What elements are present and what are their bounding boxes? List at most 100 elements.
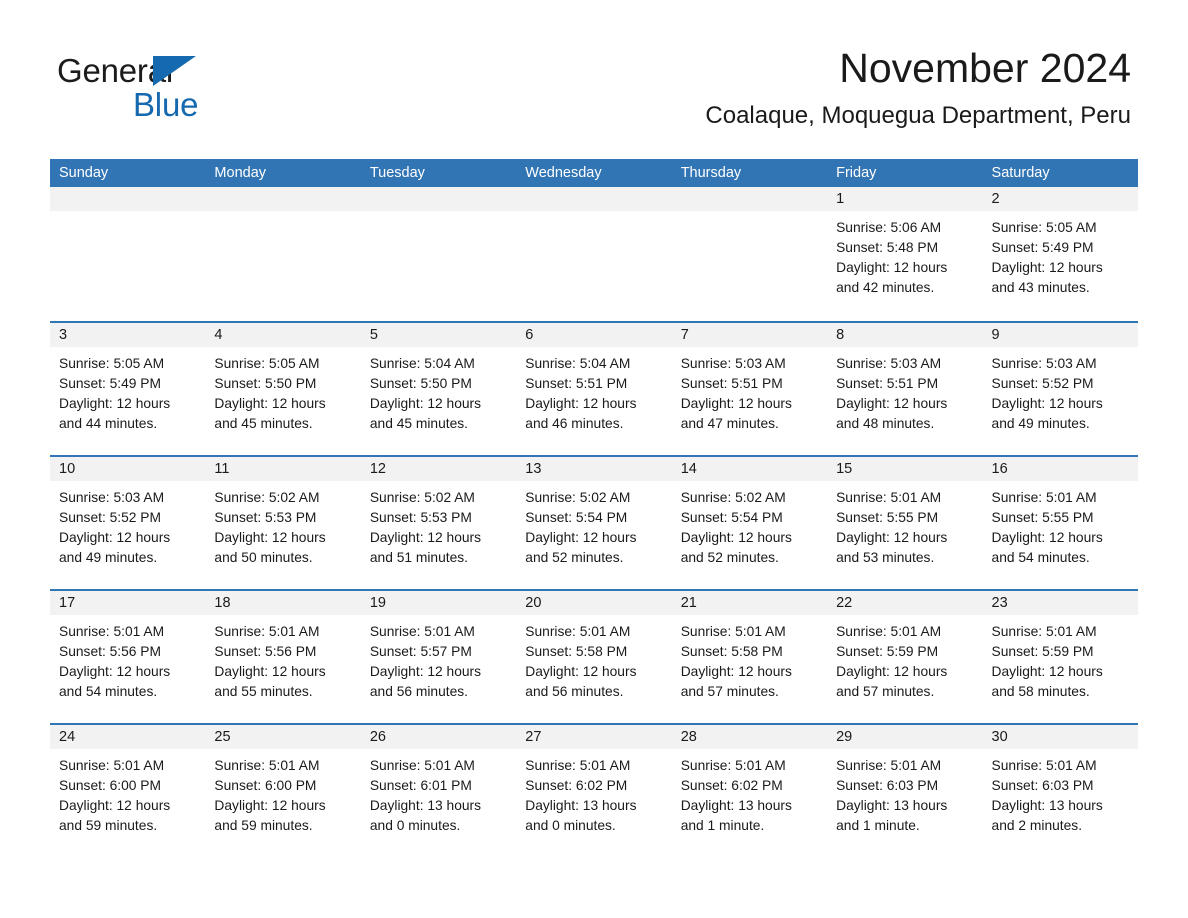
day-details: Sunrise: 5:04 AM Sunset: 5:50 PM Daylight:… <box>361 347 516 434</box>
daylight-text-line1: Daylight: 12 hours <box>525 530 637 545</box>
sunrise-text: Sunrise: 5:03 AM <box>836 356 942 371</box>
calendar-day-cell[interactable]: 6 Sunrise: 5:04 AM Sunset: 5:51 PM Daylight… <box>516 323 672 455</box>
day-number-band: 23 <box>982 591 1138 615</box>
calendar-day-cell[interactable]: 1 Sunrise: 5:06 AM Sunset: 5:48 PM Daylight… <box>827 187 983 321</box>
daylight-text-line1: Daylight: 12 hours <box>59 664 171 679</box>
calendar-day-cell[interactable]: 21 Sunrise: 5:01 AM Sunset: 5:58 PM Dayligh… <box>671 591 828 723</box>
calendar-day-cell[interactable]: 14 Sunrise: 5:02 AM Sunset: 5:54 PM Dayligh… <box>671 457 828 589</box>
weekday-header-tuesday: Tuesday <box>369 165 425 181</box>
sunset-text: Sunset: 6:02 PM <box>680 778 783 793</box>
day-number: 29 <box>836 729 853 745</box>
day-details: Sunrise: 5:02 AM Sunset: 5:53 PM Daylight:… <box>205 481 360 568</box>
daylight-text-line1: Daylight: 12 hours <box>214 530 326 545</box>
sunrise-text: Sunrise: 5:01 AM <box>369 624 475 639</box>
calendar-day-cell[interactable]: 15 Sunrise: 5:01 AM Sunset: 5:55 PM Dayligh… <box>827 457 983 589</box>
calendar-day-cell[interactable]: 30 Sunrise: 5:01 AM Sunset: 6:03 PM Dayligh… <box>982 725 1138 841</box>
sunset-text: Sunset: 5:51 PM <box>525 376 628 391</box>
calendar-day-cell[interactable]: 12 Sunrise: 5:02 AM Sunset: 5:53 PM Dayligh… <box>360 457 517 589</box>
day-number-band: 7 <box>671 323 828 347</box>
day-number-band: 3 <box>50 323 206 347</box>
sunrise-text: Sunrise: 5:01 AM <box>991 624 1097 639</box>
day-number-band: 2 <box>982 187 1138 211</box>
daylight-text-line2: and 1 minute. <box>680 818 765 833</box>
calendar-day-cell[interactable]: 28 Sunrise: 5:01 AM Sunset: 6:02 PM Dayligh… <box>671 725 828 841</box>
sunset-text: Sunset: 5:53 PM <box>369 510 472 525</box>
calendar-day-cell[interactable]: 8 Sunrise: 5:03 AM Sunset: 5:51 PM Daylight… <box>827 323 983 455</box>
daylight-text-line2: and 54 minutes. <box>59 684 158 699</box>
day-number: 17 <box>59 595 76 611</box>
day-number-band: 17 <box>50 591 206 615</box>
daylight-text-line1: Daylight: 12 hours <box>59 530 171 545</box>
calendar-day-cell[interactable]: 27 Sunrise: 5:01 AM Sunset: 6:02 PM Dayligh… <box>516 725 672 841</box>
calendar-day-cell[interactable]: 4 Sunrise: 5:05 AM Sunset: 5:50 PM Daylight… <box>205 323 361 455</box>
calendar-day-cell[interactable]: 9 Sunrise: 5:03 AM Sunset: 5:52 PM Daylight… <box>982 323 1138 455</box>
sunset-text: Sunset: 5:52 PM <box>59 510 162 525</box>
day-details: Sunrise: 5:06 AM Sunset: 5:48 PM Daylight:… <box>827 211 982 298</box>
sunrise-text: Sunrise: 5:02 AM <box>525 490 631 505</box>
sunset-text: Sunset: 5:54 PM <box>525 510 628 525</box>
day-details: Sunrise: 5:01 AM Sunset: 6:02 PM Daylight:… <box>672 749 827 836</box>
calendar-day-cell[interactable]: 17 Sunrise: 5:01 AM Sunset: 5:56 PM Dayligh… <box>50 591 206 723</box>
sunset-text: Sunset: 5:51 PM <box>836 376 939 391</box>
day-number-band: 30 <box>982 725 1138 749</box>
page-header: General Blue November 2024 Coalaque, Moq… <box>0 0 1188 150</box>
sunrise-text: Sunrise: 5:01 AM <box>991 490 1097 505</box>
daylight-text-line1: Daylight: 13 hours <box>369 798 482 813</box>
sunset-text: Sunset: 5:49 PM <box>59 376 162 391</box>
calendar-day-cell[interactable]: 5 Sunrise: 5:04 AM Sunset: 5:50 PM Daylight… <box>360 323 517 455</box>
day-number-band: 25 <box>205 725 361 749</box>
daylight-text-line2: and 52 minutes. <box>680 550 779 565</box>
calendar-day-cell[interactable]: 26 Sunrise: 5:01 AM Sunset: 6:01 PM Dayligh… <box>360 725 517 841</box>
day-details: Sunrise: 5:01 AM Sunset: 5:58 PM Daylight:… <box>672 615 827 702</box>
calendar-day-cell[interactable]: 20 Sunrise: 5:01 AM Sunset: 5:58 PM Dayligh… <box>516 591 672 723</box>
calendar-day-cell[interactable]: 13 Sunrise: 5:02 AM Sunset: 5:54 PM Dayligh… <box>516 457 672 589</box>
day-details: Sunrise: 5:03 AM Sunset: 5:51 PM Daylight:… <box>672 347 827 434</box>
calendar-day-cell[interactable]: 23 Sunrise: 5:01 AM Sunset: 5:59 PM Dayligh… <box>982 591 1138 723</box>
sunrise-text: Sunrise: 5:04 AM <box>369 356 475 371</box>
daylight-text-line1: Daylight: 12 hours <box>991 396 1103 411</box>
calendar-day-cell[interactable]: 19 Sunrise: 5:01 AM Sunset: 5:57 PM Dayligh… <box>360 591 517 723</box>
daylight-text-line2: and 53 minutes. <box>836 550 935 565</box>
daylight-text-line1: Daylight: 12 hours <box>525 664 637 679</box>
calendar-day-cell[interactable]: 3 Sunrise: 5:05 AM Sunset: 5:49 PM Daylight… <box>50 323 206 455</box>
sunrise-text: Sunrise: 5:01 AM <box>836 758 942 773</box>
sunrise-text: Sunrise: 5:01 AM <box>525 624 631 639</box>
calendar-day-cell[interactable]: 2 Sunrise: 5:05 AM Sunset: 5:49 PM Daylight… <box>982 187 1138 321</box>
day-number-band: 27 <box>516 725 672 749</box>
calendar-day-cell[interactable]: 25 Sunrise: 5:01 AM Sunset: 6:00 PM Dayligh… <box>205 725 361 841</box>
calendar-day-cell[interactable]: 7 Sunrise: 5:03 AM Sunset: 5:51 PM Daylight… <box>671 323 828 455</box>
day-details: Sunrise: 5:01 AM Sunset: 5:56 PM Daylight:… <box>205 615 360 702</box>
calendar-day-cell[interactable]: 18 Sunrise: 5:01 AM Sunset: 5:56 PM Dayligh… <box>205 591 361 723</box>
daylight-text-line2: and 59 minutes. <box>214 818 313 833</box>
day-details: Sunrise: 5:01 AM Sunset: 5:59 PM Daylight:… <box>827 615 982 702</box>
calendar-day-cell[interactable]: 11 Sunrise: 5:02 AM Sunset: 5:53 PM Dayligh… <box>205 457 361 589</box>
calendar-day-cell[interactable]: 10 Sunrise: 5:03 AM Sunset: 5:52 PM Dayligh… <box>50 457 206 589</box>
calendar-day-cell[interactable]: 29 Sunrise: 5:01 AM Sunset: 6:03 PM Dayligh… <box>827 725 983 841</box>
calendar-day-cell[interactable]: 24 Sunrise: 5:01 AM Sunset: 6:00 PM Dayligh… <box>50 725 206 841</box>
daylight-text-line1: Daylight: 12 hours <box>214 664 326 679</box>
day-number: 4 <box>214 327 223 343</box>
day-number-band: 5 <box>360 323 517 347</box>
sunset-text: Sunset: 5:56 PM <box>214 644 317 659</box>
calendar-weeks: 1 Sunrise: 5:06 AM Sunset: 5:48 PM Daylight… <box>50 187 1138 841</box>
day-number: 14 <box>680 461 697 477</box>
day-details: Sunrise: 5:05 AM Sunset: 5:49 PM Daylight:… <box>983 211 1138 298</box>
sunrise-text: Sunrise: 5:01 AM <box>836 490 942 505</box>
daylight-text-line2: and 47 minutes. <box>680 416 779 431</box>
calendar-day-cell[interactable]: 16 Sunrise: 5:01 AM Sunset: 5:55 PM Dayligh… <box>982 457 1138 589</box>
day-number: 13 <box>525 461 542 477</box>
calendar-day-cell-empty <box>50 187 206 321</box>
sunrise-text: Sunrise: 5:01 AM <box>836 624 942 639</box>
calendar-grid: Sunday Monday Tuesday Wednesday Thursday Frid… <box>50 159 1138 841</box>
daylight-text-line1: Daylight: 13 hours <box>680 798 792 813</box>
day-details <box>516 211 671 218</box>
day-number: 27 <box>525 729 542 745</box>
calendar-day-cell[interactable]: 22 Sunrise: 5:01 AM Sunset: 5:59 PM Dayligh… <box>827 591 983 723</box>
daylight-text-line1: Daylight: 12 hours <box>991 664 1103 679</box>
daylight-text-line1: Daylight: 12 hours <box>836 530 948 545</box>
weekday-header-wednesday: Wednesday <box>525 165 602 181</box>
day-number-band <box>360 187 517 211</box>
sunrise-text: Sunrise: 5:01 AM <box>991 758 1097 773</box>
general-blue-logo[interactable]: General Blue <box>57 52 387 132</box>
sunset-text: Sunset: 5:52 PM <box>991 376 1094 391</box>
